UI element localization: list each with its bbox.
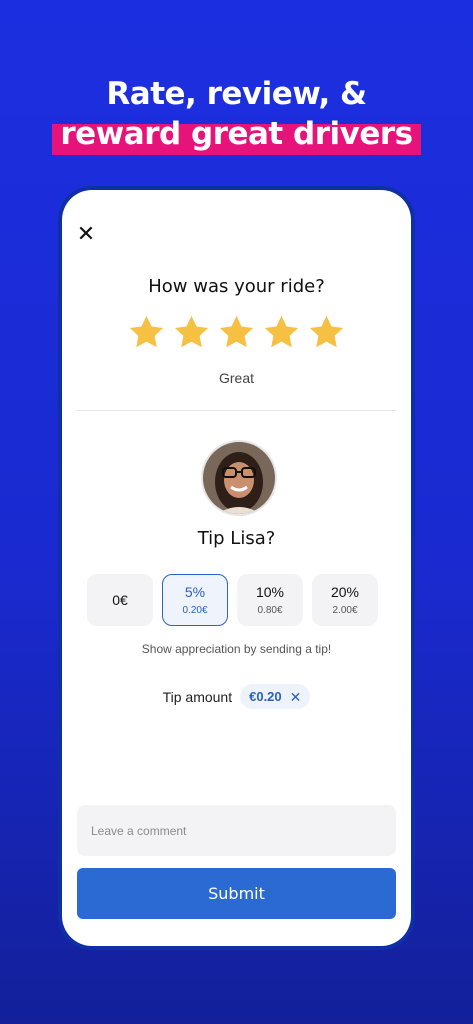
close-icon[interactable]: ✕ xyxy=(290,690,302,704)
headline: Rate, review, & reward great drivers xyxy=(0,74,473,155)
star-icon[interactable] xyxy=(262,313,301,352)
headline-line-2: reward great drivers xyxy=(52,114,421,155)
rating-label: Great xyxy=(218,370,254,386)
tip-amount: 0.80€ xyxy=(257,605,283,616)
headline-line-1: Rate, review, & xyxy=(106,76,367,112)
rating-screen: ✕ How was your ride? Great Tip Lisa? 0€ … xyxy=(62,190,411,946)
tip-option-0[interactable]: 0€ xyxy=(87,574,153,626)
tip-amount: 0.20€ xyxy=(182,605,208,616)
comment-input[interactable] xyxy=(77,805,396,856)
divider xyxy=(77,410,396,411)
star-rating xyxy=(62,313,411,352)
tip-option-10[interactable]: 10% 0.80€ xyxy=(237,574,303,626)
tip-amount: 2.00€ xyxy=(332,605,358,616)
tip-question: Tip Lisa? xyxy=(197,528,276,549)
rating-question: How was your ride? xyxy=(148,276,325,297)
tip-percent: 5% xyxy=(184,584,206,600)
phone-frame: ✕ How was your ride? Great Tip Lisa? 0€ … xyxy=(58,186,415,950)
tip-option-20[interactable]: 20% 2.00€ xyxy=(312,574,378,626)
tip-amount-chip: €0.20 ✕ xyxy=(240,684,311,709)
tip-amount-row: Tip amount €0.20 ✕ xyxy=(62,684,411,709)
tip-amount-label: Tip amount xyxy=(162,688,233,705)
close-icon[interactable]: ✕ xyxy=(76,223,96,245)
tip-hint: Show appreciation by sending a tip! xyxy=(141,642,332,656)
headline-line-2-text: reward great drivers xyxy=(60,116,413,152)
tip-option-5[interactable]: 5% 0.20€ xyxy=(162,574,228,626)
tip-amount-value: €0.20 xyxy=(249,689,282,704)
star-icon[interactable] xyxy=(217,313,256,352)
star-icon[interactable] xyxy=(172,313,211,352)
tip-percent: 20% xyxy=(330,584,360,600)
star-icon[interactable] xyxy=(307,313,346,352)
tip-options: 0€ 5% 0.20€ 10% 0.80€ 20% 2.00€ xyxy=(87,574,378,626)
driver-avatar xyxy=(200,440,277,516)
star-icon[interactable] xyxy=(127,313,166,352)
tip-percent: 10% xyxy=(255,584,285,600)
submit-button[interactable]: Submit xyxy=(77,868,396,919)
tip-percent: 0€ xyxy=(112,592,128,608)
